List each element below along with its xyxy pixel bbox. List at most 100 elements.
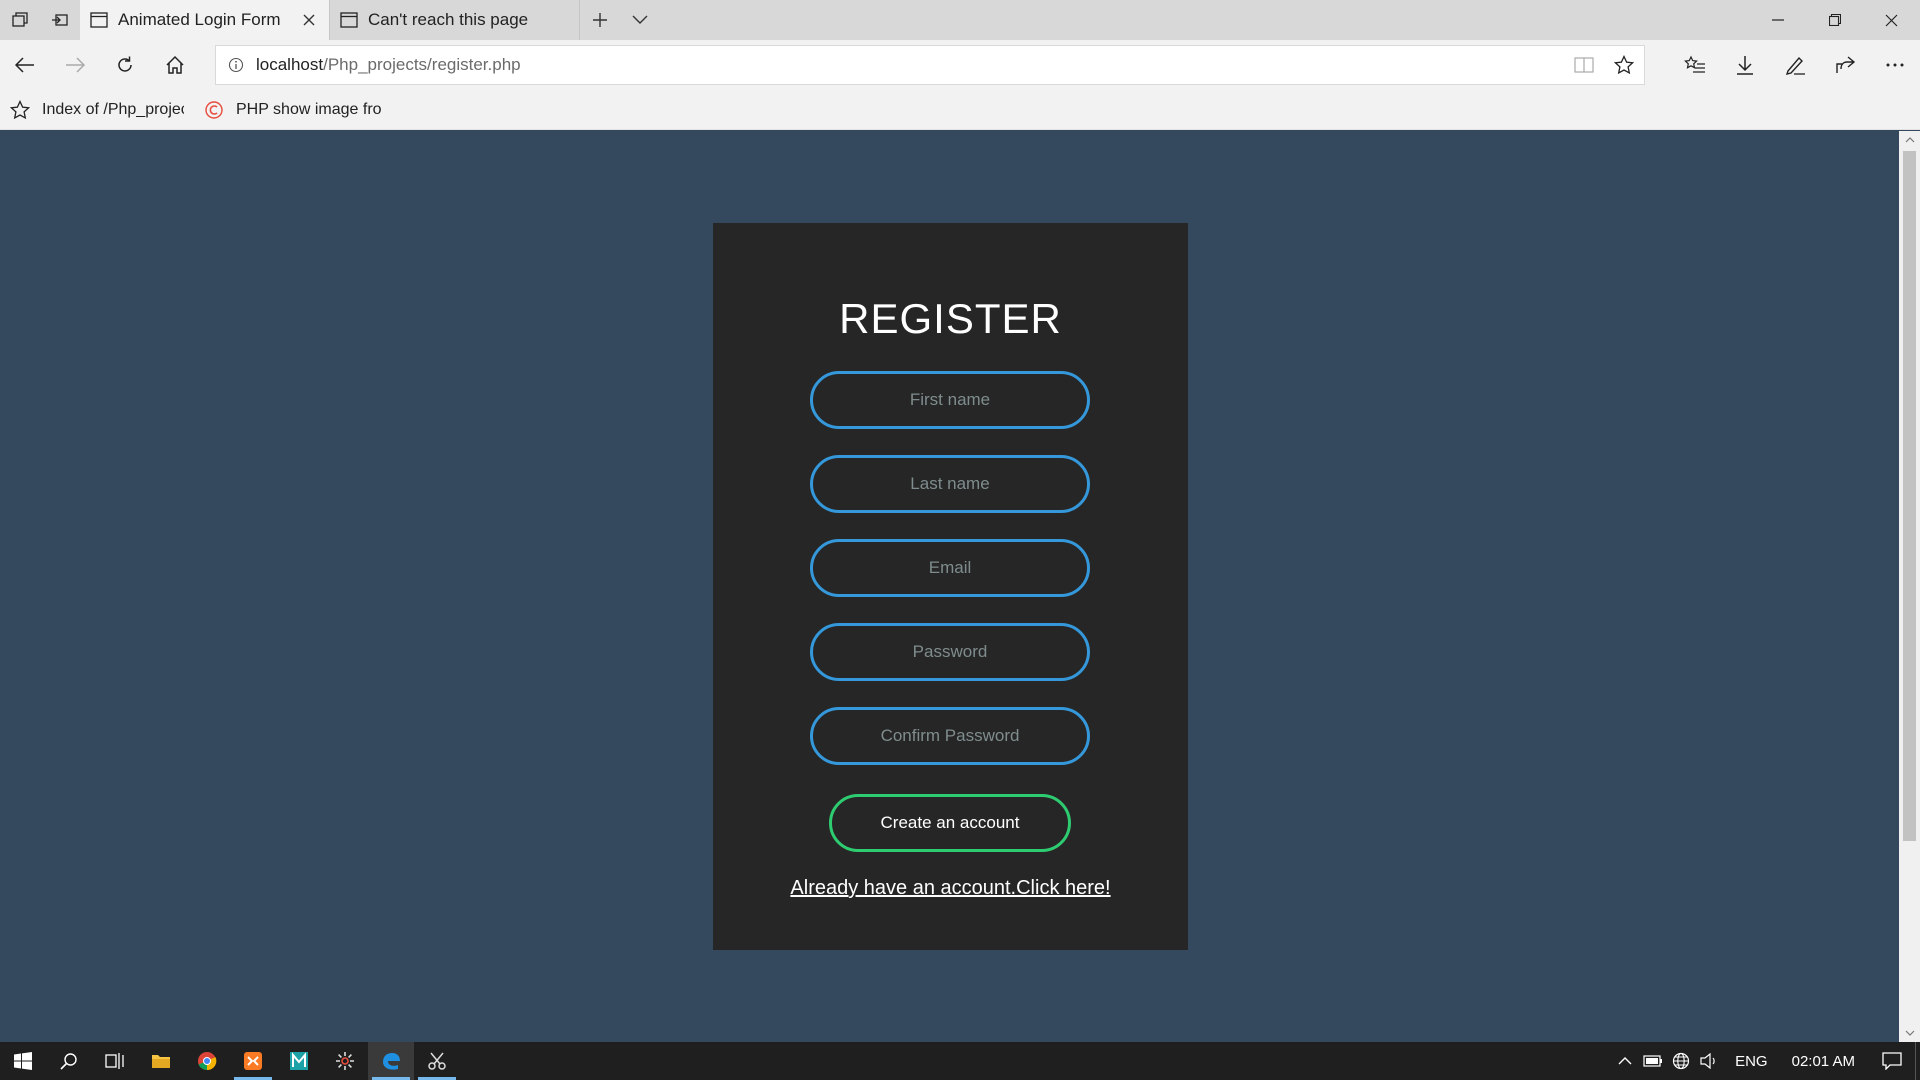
chrome-icon <box>198 1052 217 1071</box>
minimize-button[interactable] <box>1749 0 1806 40</box>
star-icon <box>10 99 30 119</box>
address-bar[interactable]: localhost/Php_projects/register.php <box>215 45 1645 85</box>
confirm-password-input[interactable] <box>810 707 1090 765</box>
restore-icon <box>1828 14 1841 26</box>
home-button[interactable] <box>150 40 200 90</box>
scroll-thumb[interactable] <box>1903 151 1916 841</box>
register-card: REGISTER Create an account Already have … <box>713 223 1188 950</box>
show-hidden-icons-button[interactable] <box>1611 1057 1639 1065</box>
window-controls <box>1749 0 1920 40</box>
show-desktop-button[interactable] <box>1915 1042 1920 1080</box>
reading-view-icon <box>1574 57 1594 73</box>
chevron-up-icon <box>1905 137 1914 143</box>
minimize-icon <box>1771 19 1784 21</box>
favorite-item[interactable]: PHP show image fro <box>194 100 392 120</box>
page-viewport: REGISTER Create an account Already have … <box>0 131 1899 1042</box>
volume-button[interactable] <box>1695 1053 1723 1069</box>
chrome-button[interactable] <box>184 1042 230 1080</box>
favorite-label: PHP show image fro <box>236 100 382 118</box>
search-icon <box>60 1053 77 1070</box>
file-explorer-button[interactable] <box>138 1042 184 1080</box>
tab-bar: Animated Login Form Can't reach this pag… <box>0 0 1920 40</box>
xampp-button[interactable] <box>230 1042 276 1080</box>
share-icon <box>1836 56 1856 73</box>
action-center-button[interactable] <box>1869 1052 1915 1070</box>
start-button[interactable] <box>0 1042 46 1080</box>
url-text[interactable]: localhost/Php_projects/register.php <box>256 55 1564 75</box>
navigation-bar: localhost/Php_projects/register.php <box>0 40 1920 90</box>
site-info-button[interactable] <box>216 57 256 73</box>
input-language[interactable]: ENG <box>1735 1053 1768 1070</box>
close-window-button[interactable] <box>1863 0 1920 40</box>
tab-animated-login-form[interactable]: Animated Login Form <box>80 0 330 40</box>
star-icon <box>1614 55 1634 75</box>
scroll-up-button[interactable] <box>1899 131 1920 149</box>
globe-icon <box>1672 1052 1690 1070</box>
favorites-hub-button[interactable] <box>1670 40 1720 90</box>
set-aside-icon <box>52 14 68 26</box>
forward-arrow-icon <box>66 57 85 73</box>
set-aside-tabs-button[interactable] <box>40 0 80 40</box>
clock[interactable]: 02:01 AM <box>1792 1053 1855 1070</box>
task-view-icon <box>105 1053 124 1069</box>
favorites-list-icon <box>1684 55 1705 73</box>
first-name-input[interactable] <box>810 371 1090 429</box>
new-tab-button[interactable] <box>580 0 620 40</box>
favorite-item[interactable]: Index of /Php_projec <box>0 99 194 120</box>
tab-title: Animated Login Form <box>118 10 281 29</box>
chevron-down-icon <box>632 15 648 24</box>
refresh-icon <box>118 56 132 72</box>
downloads-button[interactable] <box>1720 40 1770 90</box>
chevron-down-icon <box>1905 1030 1914 1036</box>
editor-button[interactable] <box>276 1042 322 1080</box>
back-arrow-icon <box>15 57 34 73</box>
gear-icon <box>336 1052 354 1070</box>
info-icon <box>228 57 244 73</box>
tab-preview-button[interactable] <box>620 0 660 40</box>
last-name-input[interactable] <box>810 455 1090 513</box>
settings-app-button[interactable] <box>322 1042 368 1080</box>
search-button[interactable] <box>46 1042 92 1080</box>
web-note-button[interactable] <box>1770 40 1820 90</box>
taskbar: ENG 02:01 AM <box>0 1042 1920 1080</box>
task-view-button[interactable] <box>92 1042 138 1080</box>
tab-cant-reach-page[interactable]: Can't reach this page <box>330 0 580 40</box>
xampp-icon <box>244 1052 262 1070</box>
tab-title: Can't reach this page <box>368 10 529 29</box>
share-button[interactable] <box>1820 40 1870 90</box>
plus-icon <box>593 13 607 27</box>
more-button[interactable] <box>1870 40 1920 90</box>
page-icon <box>340 12 358 28</box>
edge-button[interactable] <box>368 1042 414 1080</box>
pen-icon <box>1785 56 1805 75</box>
home-icon <box>166 55 184 74</box>
page-icon <box>90 12 108 28</box>
login-link[interactable]: Already have an account.Click here! <box>713 877 1188 900</box>
add-favorite-button[interactable] <box>1604 55 1644 75</box>
scissors-icon <box>428 1052 446 1070</box>
restore-button[interactable] <box>1806 0 1863 40</box>
forward-button[interactable] <box>50 40 100 90</box>
windows-logo-icon <box>14 1052 32 1070</box>
favorites-bar: Index of /Php_projec PHP show image fro <box>0 90 1920 130</box>
create-account-button[interactable]: Create an account <box>829 794 1071 852</box>
refresh-button[interactable] <box>100 40 150 90</box>
password-input[interactable] <box>810 623 1090 681</box>
editor-m-icon <box>290 1052 308 1070</box>
network-button[interactable] <box>1667 1052 1695 1070</box>
battery-button[interactable] <box>1639 1055 1667 1067</box>
tab-sets-icon <box>12 12 28 27</box>
download-icon <box>1737 56 1753 75</box>
system-tray: ENG 02:01 AM <box>1611 1052 1915 1070</box>
vertical-scrollbar[interactable] <box>1899 131 1920 1042</box>
reading-view-button[interactable] <box>1564 56 1604 74</box>
close-icon <box>303 14 315 26</box>
edge-icon <box>383 1053 400 1070</box>
snipping-tool-button[interactable] <box>414 1042 460 1080</box>
email-input[interactable] <box>810 539 1090 597</box>
scroll-down-button[interactable] <box>1899 1024 1920 1042</box>
close-tab-button[interactable] <box>299 14 319 26</box>
register-heading: REGISTER <box>839 295 1062 342</box>
back-button[interactable] <box>0 40 50 90</box>
tab-sets-button[interactable] <box>0 0 40 40</box>
